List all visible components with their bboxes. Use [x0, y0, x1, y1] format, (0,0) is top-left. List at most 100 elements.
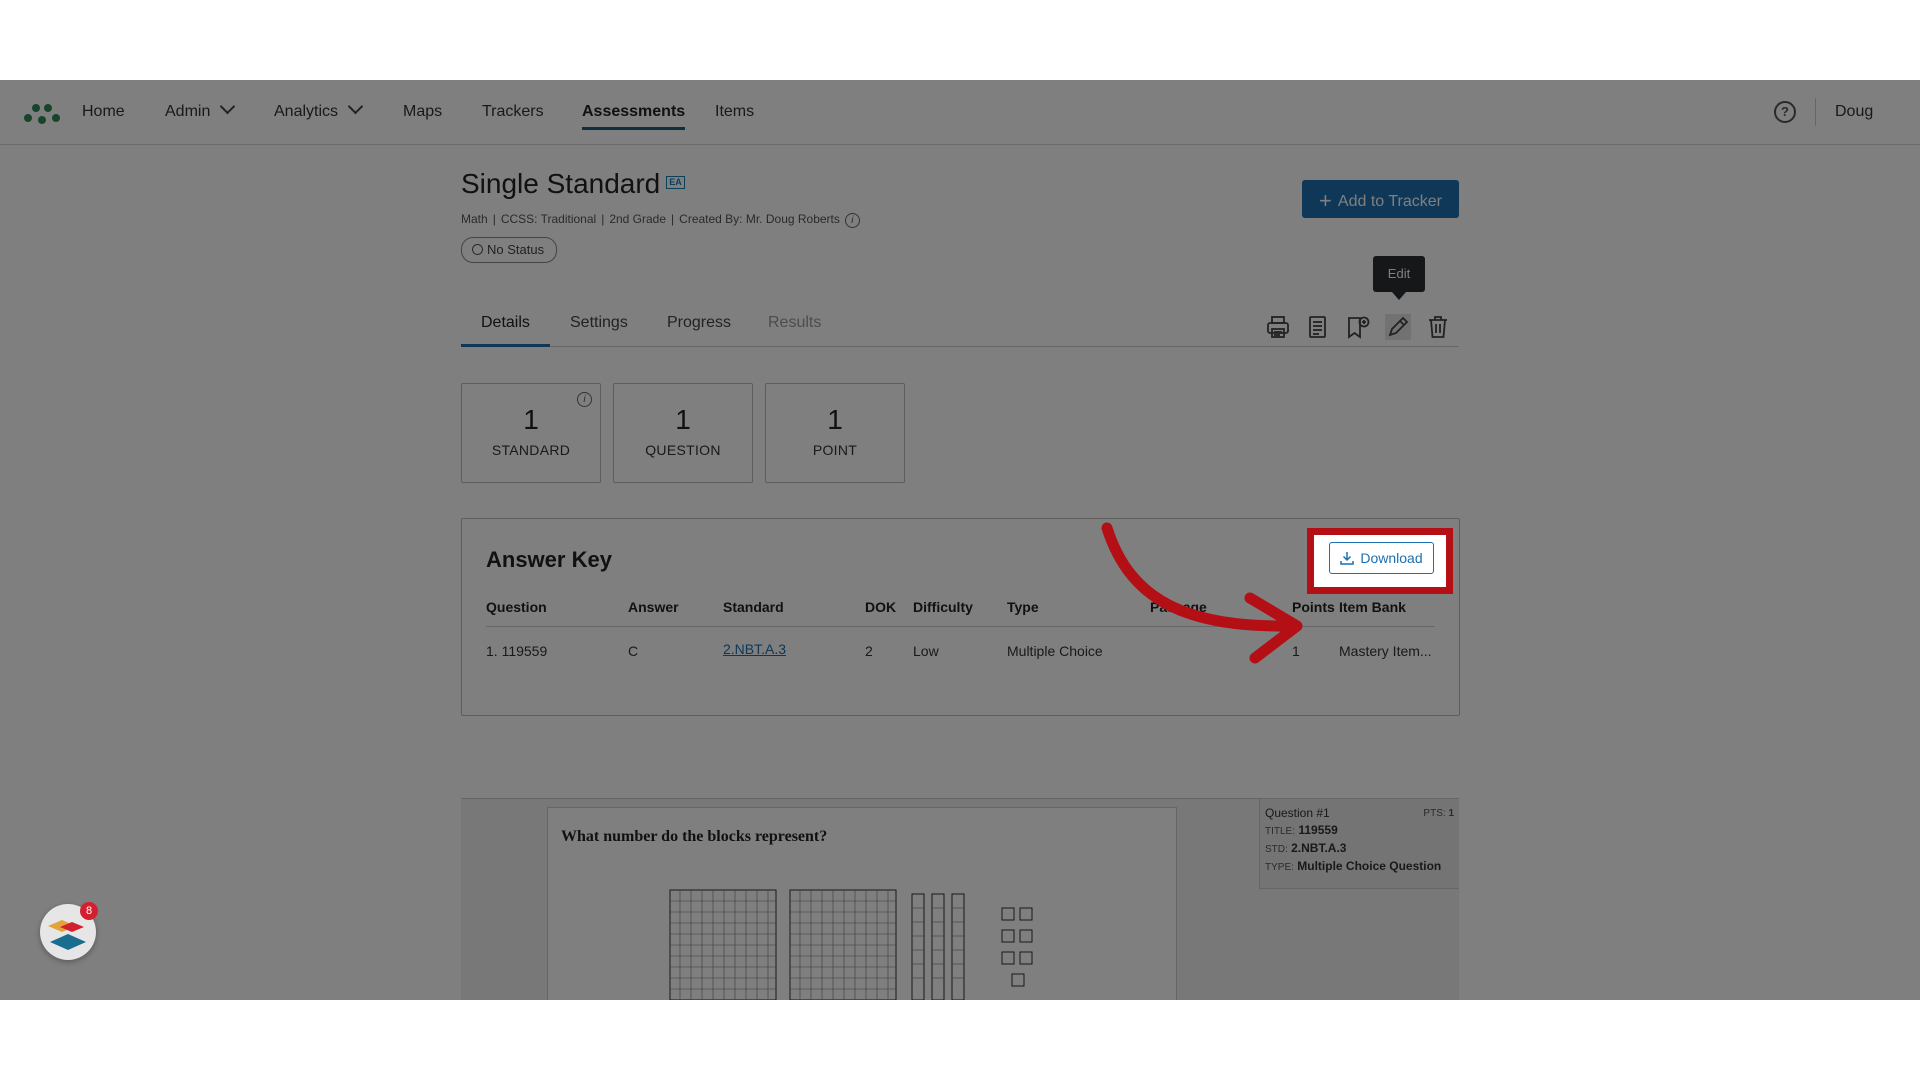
help-icon[interactable]: ? [1774, 101, 1796, 123]
nav-analytics[interactable]: Analytics [274, 80, 364, 144]
trash-icon[interactable] [1425, 314, 1451, 340]
question-std-row: STD: 2.NBT.A.3 [1265, 840, 1454, 858]
tab-progress-label: Progress [667, 314, 732, 331]
tab-details[interactable]: Details [461, 310, 550, 347]
question-page: What number do the blocks represent? [547, 807, 1177, 1000]
stat-standard-value: 1 [523, 404, 539, 435]
standard-link[interactable]: 2.NBT.A.3 [723, 641, 786, 657]
edit-tooltip: Edit [1373, 256, 1425, 300]
stat-point: 1 POINT [765, 383, 905, 483]
edit-icon[interactable] [1385, 314, 1411, 340]
meta-subject: Math [461, 212, 488, 226]
info-icon[interactable]: i [844, 213, 860, 228]
col-header-question: Question [486, 599, 547, 615]
nav-admin[interactable]: Admin [165, 80, 236, 144]
nav-trackers-label: Trackers [482, 103, 544, 120]
notification-badge: 8 [80, 902, 98, 920]
title-value: 119559 [1298, 823, 1338, 837]
assessment-meta: Math | CCSS: Traditional | 2nd Grade | Created… [461, 212, 860, 228]
nav-maps-label: Maps [403, 103, 443, 120]
meta-separator: | [492, 212, 496, 226]
tab-progress[interactable]: Progress [667, 310, 731, 346]
col-header-difficulty: Difficulty [913, 599, 973, 615]
nav-divider [1815, 98, 1816, 126]
stat-point-value: 1 [827, 404, 843, 435]
user-menu[interactable]: Doug [1835, 80, 1873, 144]
page-title-text: Single Standard [461, 168, 661, 199]
tab-settings[interactable]: Settings [570, 310, 628, 346]
cell-difficulty: Low [913, 643, 939, 659]
user-name: Doug [1835, 103, 1874, 120]
cell-dok: 2 [865, 643, 873, 659]
stat-question-value: 1 [675, 404, 691, 435]
cell-item-bank: Mastery Item... [1339, 643, 1432, 659]
nav-maps[interactable]: Maps [403, 80, 442, 144]
std-value: 2.NBT.A.3 [1291, 841, 1347, 855]
cell-question: 1. 119559 [486, 643, 548, 659]
tab-results[interactable]: Results [768, 310, 821, 346]
meta-framework: CCSS: Traditional [500, 212, 597, 226]
question-points: PTS: 1 [1423, 805, 1454, 822]
app-frame: Home Admin Analytics Maps Trackers Asses… [0, 80, 1920, 1000]
nav-items-label: Items [715, 103, 755, 120]
stat-question: 1 QUESTION [613, 383, 753, 483]
stat-point-label: POINT [812, 442, 858, 458]
page-title: Single Standard EA [461, 168, 685, 200]
no-status-icon [472, 244, 483, 255]
tab-settings-label: Settings [570, 314, 628, 331]
answer-key-title: Answer Key [486, 547, 612, 572]
status-badge[interactable]: No Status [461, 237, 558, 263]
nav-items[interactable]: Items [715, 80, 754, 144]
add-to-tracker-label: Add to Tracker [1337, 193, 1442, 210]
stat-standard: i 1 STANDARD [461, 383, 601, 483]
col-header-standard: Standard [723, 599, 784, 615]
plus-icon: + [1319, 188, 1332, 213]
type-label: TYPE: [1265, 862, 1294, 873]
std-label: STD: [1265, 844, 1288, 855]
base-ten-blocks-image [669, 889, 1033, 1000]
question-preview: What number do the blocks represent? Que… [461, 798, 1459, 1000]
col-header-item-bank: Item Bank [1339, 599, 1406, 615]
chevron-down-icon [220, 98, 236, 115]
nav-admin-label: Admin [165, 103, 211, 120]
cell-standard: 2.NBT.A.3 [723, 641, 786, 657]
add-to-tracker-button[interactable]: + Add to Tracker [1302, 180, 1459, 218]
type-value: Multiple Choice Question [1297, 859, 1442, 873]
tab-details-label: Details [481, 314, 530, 331]
col-header-type: Type [1007, 599, 1039, 615]
pts-label: PTS: [1423, 808, 1446, 819]
annotation-arrow-icon [1101, 522, 1303, 664]
question-type-row: TYPE: Multiple Choice Question [1265, 858, 1454, 876]
pts-value: 1 [1448, 808, 1454, 819]
logo-icon[interactable] [22, 98, 62, 126]
status-label: No Status [487, 242, 545, 257]
meta-separator: | [601, 212, 605, 226]
nav-home[interactable]: Home [82, 80, 125, 144]
nav-home-label: Home [82, 103, 125, 120]
nav-analytics-label: Analytics [274, 103, 339, 120]
question-info-panel: Question #1 PTS: 1 TITLE: 119559 STD: 2.… [1259, 799, 1459, 889]
tab-results-label: Results [768, 314, 822, 331]
stat-question-label: QUESTION [645, 442, 721, 458]
info-icon[interactable]: i [577, 392, 592, 407]
print-icon[interactable] [1265, 314, 1291, 340]
bookmark-add-icon[interactable] [1345, 314, 1371, 340]
stat-standard-label: STANDARD [491, 442, 571, 458]
title-badge: EA [666, 176, 685, 190]
question-title-row: TITLE: 119559 [1265, 822, 1454, 840]
top-navigation: Home Admin Analytics Maps Trackers Asses… [0, 80, 1920, 145]
col-header-dok: DOK [865, 599, 897, 615]
cell-type: Multiple Choice [1007, 643, 1103, 659]
nav-trackers[interactable]: Trackers [482, 80, 544, 144]
col-header-answer: Answer [628, 599, 679, 615]
meta-separator: | [671, 212, 675, 226]
cell-answer: C [628, 643, 639, 659]
download-highlight-box [1307, 528, 1453, 594]
nav-assessments-label: Assessments [582, 103, 686, 120]
question-text: What number do the blocks represent? [561, 828, 828, 845]
meta-created-by: Created By: Mr. Doug Roberts [679, 212, 840, 226]
title-label: TITLE: [1265, 826, 1296, 837]
chevron-down-icon [347, 98, 364, 115]
nav-assessments[interactable]: Assessments [582, 80, 686, 144]
document-icon[interactable] [1305, 314, 1331, 340]
